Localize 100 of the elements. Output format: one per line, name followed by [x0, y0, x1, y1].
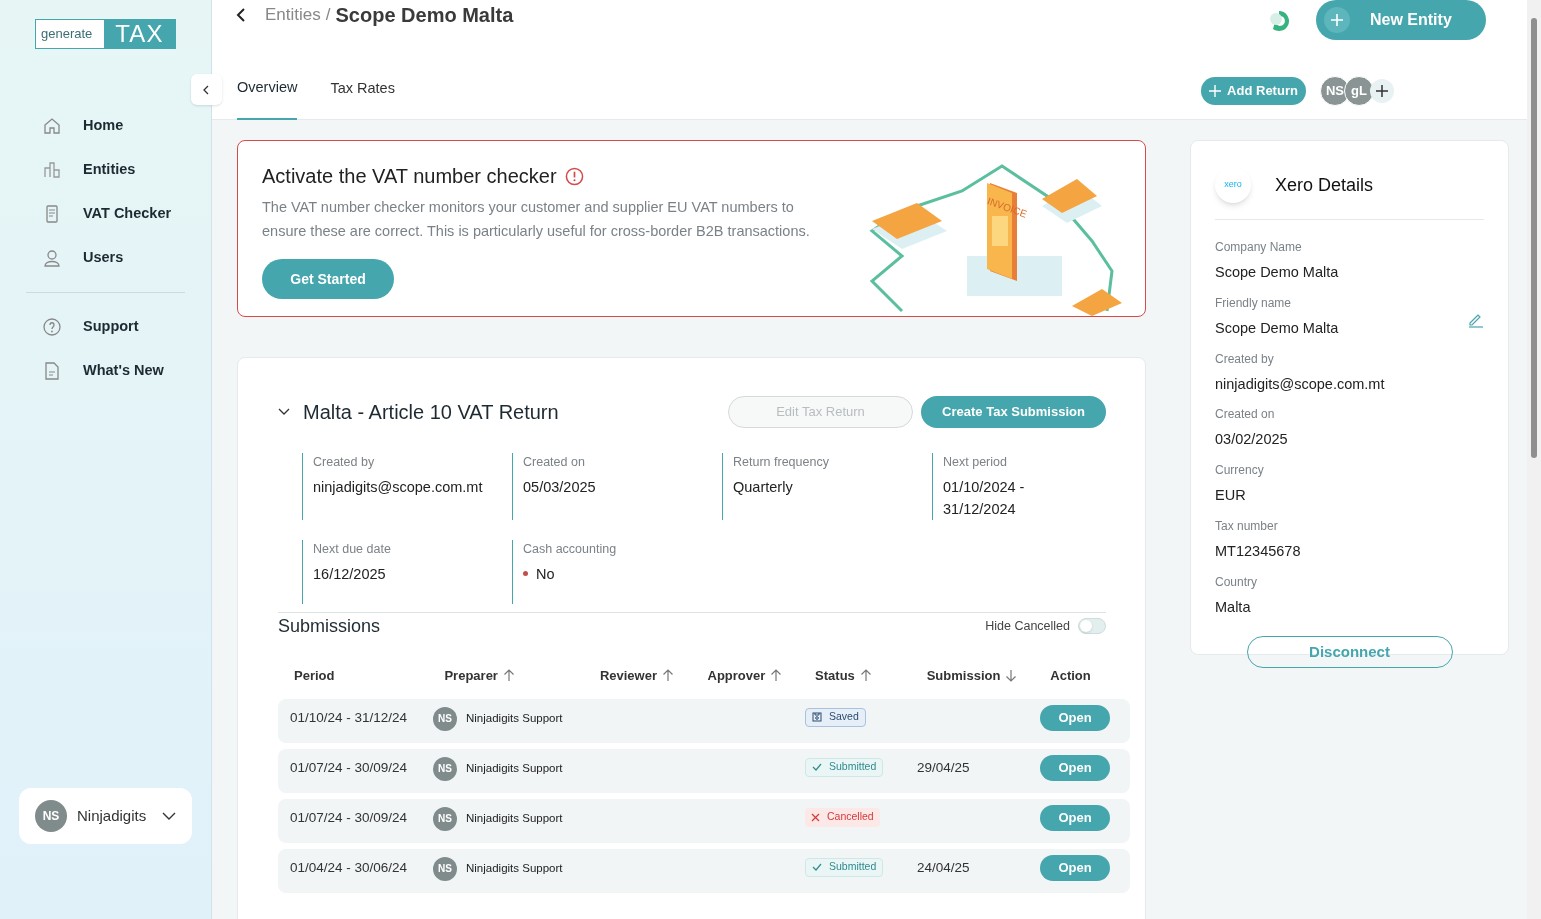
- sidebar-item[interactable]: What's New: [0, 349, 211, 393]
- plus-icon: [1375, 84, 1389, 98]
- chevron-down-icon[interactable]: [278, 408, 290, 416]
- logo-text: TAX: [104, 20, 175, 48]
- status-badge: Cancelled: [805, 807, 880, 827]
- field-label: Created by: [1215, 350, 1275, 368]
- preparer-name: Ninjadigits Support: [466, 861, 563, 877]
- alert-icon: [564, 166, 584, 186]
- field-label: Return frequency: [733, 454, 830, 471]
- arrow-up-icon[interactable]: [662, 669, 674, 683]
- banner-description: The VAT number checker monitors your customer and supplier EU VAT numbers to ensure these are correct. This is particularly useful for cross-border B2B transactions.: [262, 198, 811, 241]
- field-value: 16/12/2025: [313, 564, 387, 584]
- building-icon: [42, 160, 62, 180]
- tab[interactable]: Overview: [237, 74, 298, 120]
- tab[interactable]: Tax Rates: [330, 74, 395, 120]
- column-header[interactable]: Period: [294, 666, 335, 686]
- field-value: Malta: [1215, 597, 1252, 617]
- avatar: NS: [35, 800, 67, 832]
- home-icon: [42, 116, 62, 136]
- table-cell-text: 01/04/24 - 30/06/24: [289, 858, 409, 877]
- help-icon: [42, 317, 62, 337]
- return-title: Malta - Article 10 VAT Return: [303, 400, 559, 425]
- field-value: 03/02/2025: [1215, 430, 1288, 450]
- logo-text: generate: [36, 20, 104, 48]
- avatar: NS: [433, 806, 457, 831]
- sidebar-item[interactable]: Users: [0, 236, 211, 280]
- column-header[interactable]: Action: [1050, 666, 1091, 686]
- field-value: ninjadigits@scope.com.mt: [313, 477, 484, 497]
- field-label: Created on: [523, 454, 586, 471]
- table-cell-text: 01/07/24 - 30/09/24: [289, 808, 409, 827]
- page-title: Scope Demo Malta: [335, 3, 514, 28]
- field-value: Quarterly: [733, 477, 794, 497]
- loading-logo-icon: [1267, 9, 1291, 33]
- avatar: gL: [1344, 76, 1374, 106]
- table-row[interactable]: 01/04/24 - 30/06/24 NS Ninjadigits Support Submitted 24/04/25 Open: [278, 848, 1130, 893]
- add-user-button[interactable]: [1370, 79, 1394, 103]
- sidebar-item[interactable]: Entities: [0, 148, 211, 192]
- field-label: Friendly name: [1215, 294, 1293, 312]
- status-badge: Submitted: [805, 757, 884, 777]
- field-value: Scope Demo Malta: [1215, 318, 1339, 338]
- field-value: 05/03/2025: [523, 477, 597, 497]
- table-cell: 29/04/25: [917, 759, 970, 775]
- plus-icon: [1324, 7, 1350, 33]
- table-cell: 24/04/25: [917, 859, 970, 875]
- field-label: Cash accounting: [523, 540, 618, 558]
- field-label: Country: [1215, 573, 1258, 591]
- field-value: Scope Demo Malta: [1215, 263, 1339, 282]
- field-label: Currency: [1215, 462, 1264, 479]
- column-header[interactable]: Submission: [926, 666, 1001, 686]
- arrow-up-icon[interactable]: [502, 669, 515, 683]
- field-value: EUR: [1215, 486, 1247, 505]
- arrow-up-icon[interactable]: [770, 669, 783, 683]
- field-label: Next due date: [313, 540, 392, 558]
- check-icon: [812, 762, 822, 773]
- submissions-title: Submissions: [278, 614, 381, 638]
- table-row[interactable]: 01/07/24 - 30/09/24 NS Ninjadigits Support Submitted 29/04/25 Open: [278, 748, 1130, 793]
- avatar: NS: [433, 856, 457, 881]
- field-value: No: [536, 564, 555, 584]
- table-row[interactable]: 01/10/24 - 31/12/24 NS Ninjadigits Support Saved Open: [278, 698, 1130, 743]
- plus-icon: [1209, 85, 1222, 97]
- column-header[interactable]: Reviewer: [599, 666, 657, 686]
- field-label: Created on: [1215, 406, 1276, 424]
- chevron-down-icon: [162, 811, 176, 821]
- save-icon: [812, 712, 822, 723]
- breadcrumb-link[interactable]: Entities: [265, 2, 321, 28]
- avatar: NS: [433, 756, 457, 781]
- field-label: Company Name: [1215, 239, 1303, 256]
- sidebar-item[interactable]: Home: [0, 104, 211, 148]
- avatar: NS: [433, 706, 457, 731]
- preparer-name: Ninjadigits Support: [466, 761, 563, 777]
- user-icon: [42, 248, 62, 268]
- preparer-name: Ninjadigits Support: [466, 811, 563, 827]
- column-header[interactable]: Status: [815, 666, 855, 686]
- field-value: ninjadigits@scope.com.mt: [1215, 374, 1385, 394]
- field-value: 01/10/2024 - 31/12/2024: [943, 477, 1026, 519]
- breadcrumb-separator: /: [325, 4, 331, 27]
- status-badge: Saved: [805, 707, 866, 727]
- column-header[interactable]: Approver: [707, 666, 766, 686]
- close-icon: [811, 812, 820, 822]
- preparer-name: Ninjadigits Support: [466, 711, 563, 727]
- field-label: Tax number: [1215, 517, 1279, 535]
- column-header[interactable]: Preparer: [444, 666, 498, 686]
- check-icon: [812, 862, 822, 873]
- sidebar-item[interactable]: Support: [0, 305, 211, 349]
- back-icon[interactable]: [236, 8, 248, 22]
- sidebar-item[interactable]: VAT Checker: [0, 192, 211, 236]
- xero-logo: xero: [1215, 167, 1251, 203]
- table-cell-text: 01/07/24 - 30/09/24: [289, 758, 409, 777]
- collapse-sidebar-button[interactable]: [191, 74, 222, 105]
- xero-details-title: Xero Details: [1275, 173, 1374, 197]
- arrow-up-icon[interactable]: [859, 669, 872, 683]
- field-value: MT12345678: [1215, 541, 1301, 561]
- scrollbar[interactable]: [1527, 0, 1541, 919]
- field-label: Next period: [943, 454, 1008, 471]
- table-row[interactable]: 01/07/24 - 30/09/24 NS Ninjadigits Support Cancelled Open: [278, 798, 1130, 843]
- banner-title: Activate the VAT number checker: [262, 164, 557, 189]
- account-menu[interactable]: NS Ninjadigits: [19, 788, 192, 844]
- hide-cancelled-label: Hide Cancelled: [985, 617, 1070, 635]
- arrow-down-icon[interactable]: [1005, 669, 1018, 683]
- hide-cancelled-toggle[interactable]: [1078, 618, 1106, 635]
